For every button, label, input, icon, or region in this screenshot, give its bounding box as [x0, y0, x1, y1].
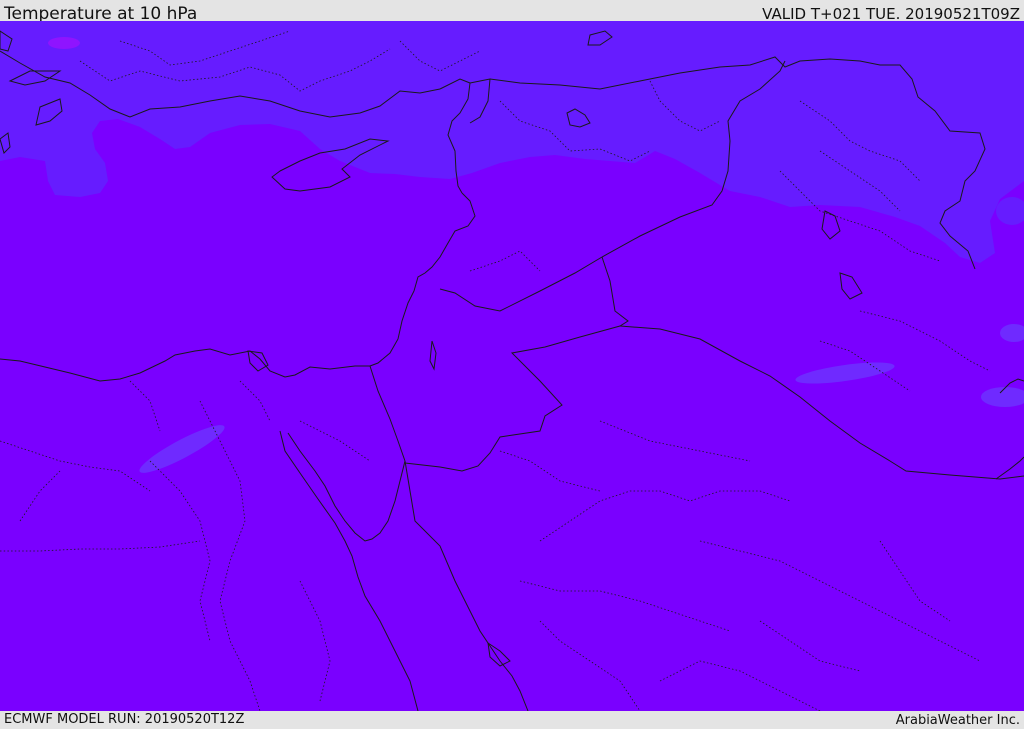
footer-bar: ECMWF MODEL RUN: 20190520T12Z ArabiaWeat… [0, 711, 1024, 729]
warm-patch-aegean [48, 37, 80, 49]
temperature-map[interactable] [0, 21, 1024, 711]
map-panel[interactable] [0, 21, 1024, 711]
model-run-label: ECMWF MODEL RUN: 20190520T12Z [4, 712, 245, 727]
credit-label: ArabiaWeather Inc. [895, 713, 1020, 728]
header-bar: Temperature at 10 hPa VALID T+021 TUE. 2… [0, 0, 1024, 24]
